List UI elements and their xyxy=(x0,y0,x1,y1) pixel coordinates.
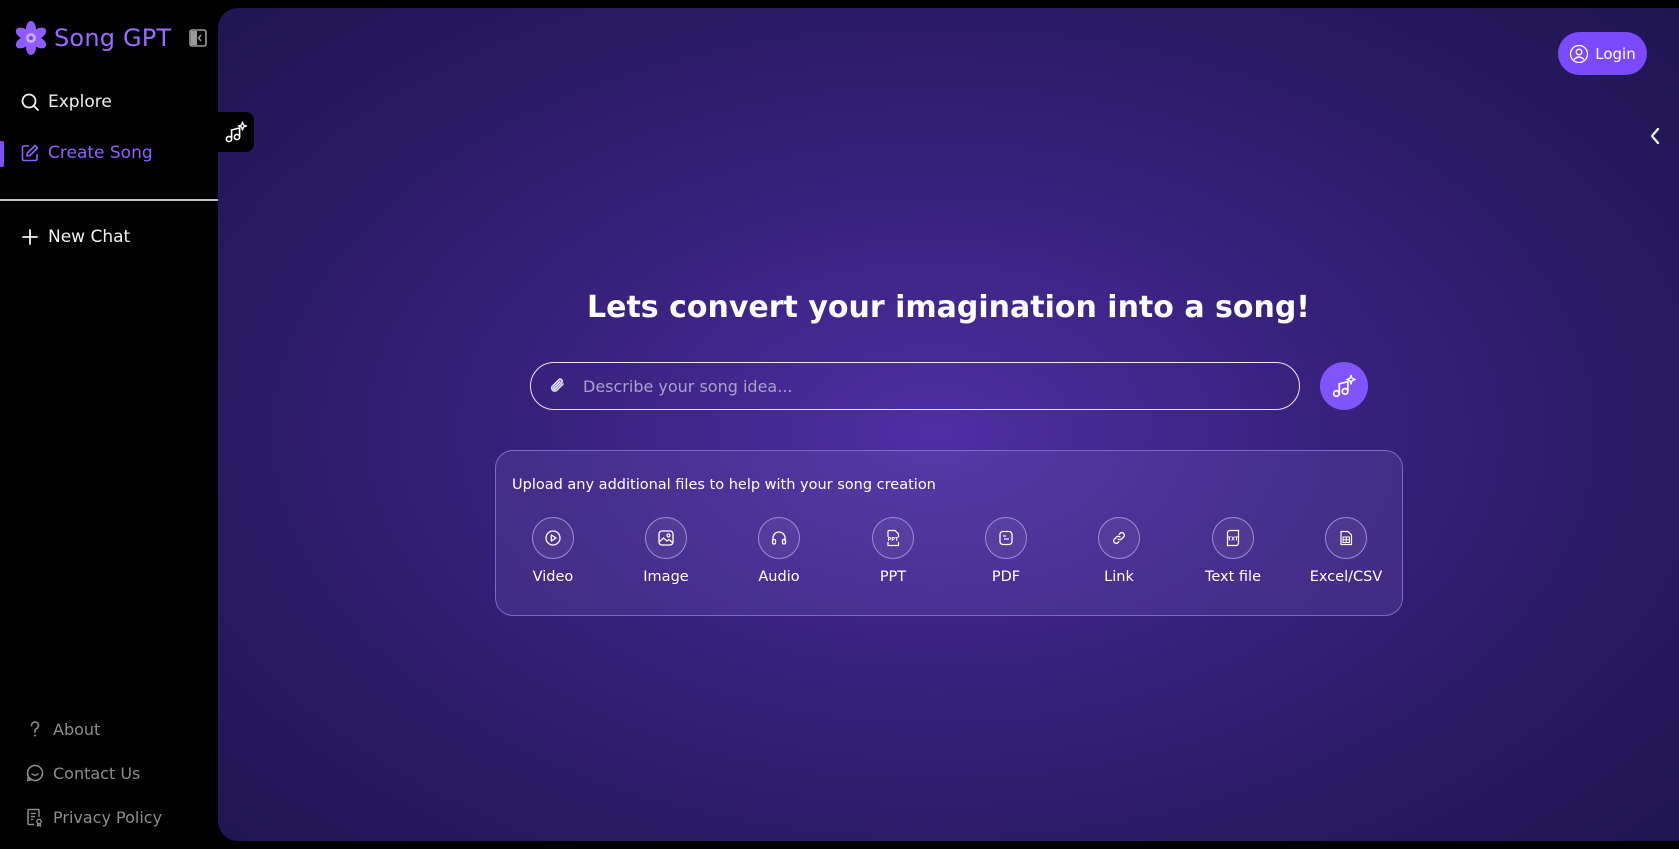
upload-option-label: Audio xyxy=(758,569,800,585)
upload-link-button[interactable]: Link xyxy=(1064,517,1174,597)
headphones-icon xyxy=(758,517,800,559)
footer-item-label: Contact Us xyxy=(53,763,141,783)
main-panel xyxy=(218,8,1679,841)
upload-option-label: PPT xyxy=(879,569,907,585)
sidebar-footer-privacy-policy[interactable]: Privacy Policy xyxy=(0,800,218,834)
search-icon xyxy=(20,92,40,112)
upload-option-label: Excel/CSV xyxy=(1309,569,1383,585)
upload-video-button[interactable]: Video xyxy=(498,517,608,597)
svg-text:PPT: PPT xyxy=(888,537,899,543)
chevron-left-icon[interactable] xyxy=(1646,124,1664,148)
sidebar-footer-about[interactable]: About xyxy=(0,712,218,746)
sidebar-item-create-song[interactable]: Create Song xyxy=(0,133,218,173)
video-play-icon xyxy=(532,517,574,559)
upload-image-button[interactable]: Image xyxy=(611,517,721,597)
upload-excel-csv-button[interactable]: Excel/CSV xyxy=(1291,517,1401,597)
user-icon xyxy=(1569,44,1589,64)
upload-title: Upload any additional files to help with… xyxy=(512,477,936,493)
spreadsheet-icon xyxy=(1325,517,1367,559)
upload-text-file-button[interactable]: TXT Text file xyxy=(1178,517,1288,597)
divider xyxy=(0,199,218,201)
upload-option-label: Video xyxy=(532,569,574,585)
upload-option-label: Link xyxy=(1104,569,1134,585)
music-sparkle-icon xyxy=(1332,374,1357,398)
sidebar-item-explore[interactable]: Explore xyxy=(0,82,218,122)
upload-option-label: PDF xyxy=(991,569,1021,585)
upload-options: Video Image Audio PPT PPT PDF Link TXT T… xyxy=(496,517,1404,597)
question-icon xyxy=(25,719,45,739)
create-song-tab[interactable] xyxy=(218,112,254,152)
generate-song-button[interactable] xyxy=(1320,362,1368,410)
upload-pdf-button[interactable]: PDF xyxy=(951,517,1061,597)
sidebar-item-label: Create Song xyxy=(48,143,153,163)
brand-name: Song GPT xyxy=(54,24,172,52)
page-title: Lets convert your imagination into a son… xyxy=(587,290,1310,325)
image-icon xyxy=(645,517,687,559)
txt-file-icon: TXT xyxy=(1212,517,1254,559)
sidebar: Song GPT Explore Create Song New Chat Ab… xyxy=(0,0,218,849)
upload-option-label: Image xyxy=(643,569,689,585)
login-label: Login xyxy=(1595,44,1636,63)
link-icon xyxy=(1098,517,1140,559)
footer-item-label: Privacy Policy xyxy=(53,807,163,827)
edit-icon xyxy=(20,143,40,163)
svg-text:TXT: TXT xyxy=(1228,537,1239,543)
upload-panel: Upload any additional files to help with… xyxy=(495,450,1403,616)
new-chat-button[interactable]: New Chat xyxy=(0,217,218,257)
plus-icon xyxy=(20,227,40,247)
upload-option-label: Text file xyxy=(1204,569,1262,585)
collapse-sidebar-icon[interactable] xyxy=(188,28,208,48)
sidebar-footer-contact-us[interactable]: Contact Us xyxy=(0,756,218,790)
active-indicator xyxy=(0,141,4,167)
chat-bubble-icon xyxy=(25,763,45,783)
brand[interactable]: Song GPT xyxy=(14,20,171,56)
upload-ppt-button[interactable]: PPT PPT xyxy=(838,517,948,597)
paperclip-icon[interactable] xyxy=(547,375,569,397)
login-button[interactable]: Login xyxy=(1558,32,1647,75)
upload-audio-button[interactable]: Audio xyxy=(724,517,834,597)
pdf-file-icon xyxy=(985,517,1027,559)
sidebar-item-label: Explore xyxy=(48,92,112,112)
music-sparkle-icon xyxy=(225,121,248,143)
song-idea-input[interactable] xyxy=(583,366,1283,406)
logo-icon xyxy=(15,21,47,55)
new-chat-label: New Chat xyxy=(48,227,131,247)
ppt-file-icon: PPT xyxy=(872,517,914,559)
document-icon xyxy=(25,807,45,827)
song-idea-input-container xyxy=(530,362,1300,410)
footer-item-label: About xyxy=(53,719,101,739)
